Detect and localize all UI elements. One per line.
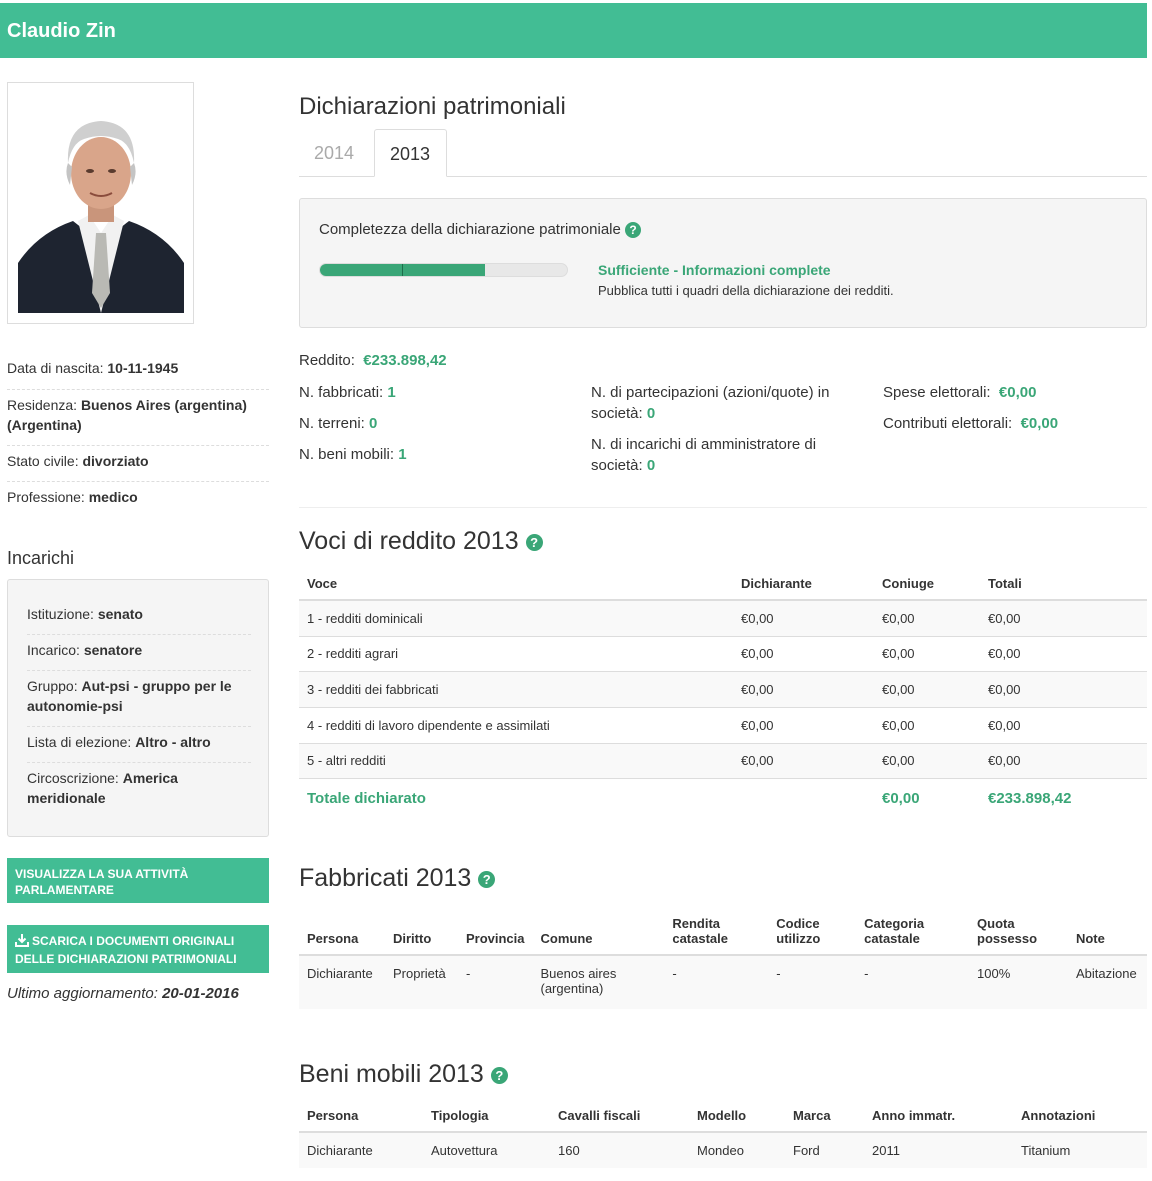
roles-panel: Istituzione: senato Incarico: senatore G… [7,579,269,837]
help-icon[interactable]: ? [478,870,496,888]
buildings-table: Persona Diritto Provincia Comune Rendita… [299,905,1147,1009]
role-election-list: Lista di elezione: Altro - altro [27,734,211,750]
last-updated: Ultimo aggiornamento: 20-01-2016 [7,985,239,1002]
column-header: Cavalli fiscali [550,1101,689,1133]
election-expenses-stat: Spese elettorali: €0,00 [883,384,1037,401]
table-row: Dichiarante Autovettura 160 Mondeo Ford … [299,1131,1147,1168]
divider [27,762,251,763]
role-institution: Istituzione: senato [27,606,143,622]
movables-table: Persona Tipologia Cavalli fiscali Modell… [299,1101,1147,1168]
divider [27,634,251,635]
column-header: Marca [785,1101,864,1133]
role-office: Incarico: senatore [27,642,143,658]
parliamentary-activity-button[interactable]: Visualizza la sua attività parlamentare [7,858,269,903]
income-table: Voce Dichiarante Coniuge Totali 1 - redd… [299,568,1147,818]
column-header: Persona [299,1101,423,1133]
table-row: 1 - redditi dominicali €0,00 €0,00 €0,00 [299,599,1147,636]
last-updated-date: 20-01-2016 [162,985,239,1002]
movables-count-stat: N. beni mobili: 1 [299,446,407,463]
divider [299,507,1147,508]
column-header: Provincia [457,905,533,956]
help-icon[interactable]: ? [625,222,642,239]
column-header: Modello [689,1101,785,1133]
column-header: Codice utilizzo [768,905,857,956]
completeness-title: Completezza della dichiarazione patrimon… [319,221,642,239]
column-header: Annotazioni [1013,1101,1147,1133]
divider [7,445,269,446]
birth-date-row: Data di nascita: 10-11-1945 [7,360,179,376]
role-group: Gruppo: Aut-psi - gruppo per le autonomi… [27,678,232,714]
table-row: 5 - altri redditi €0,00 €0,00 €0,00 [299,742,1147,778]
completeness-bar [319,263,568,277]
column-header: Coniuge [874,568,980,601]
income-section-title: Voci di reddito 2013 ? [299,527,543,556]
divider [7,481,269,482]
profile-photo-frame [7,82,194,324]
page-title: Dichiarazioni patrimoniali [299,93,566,120]
politician-name: Claudio Zin [7,20,116,42]
role-constituency: Circoscrizione: America meridionale [27,770,178,806]
table-row: 3 - redditi dei fabbricati €0,00 €0,00 €0,0… [299,670,1147,707]
completeness-status: Sufficiente - Informazioni complete [598,262,831,278]
divider [7,389,269,390]
help-icon[interactable]: ? [490,1066,508,1084]
table-row: 4 - redditi di lavoro dipendente e assim… [299,706,1147,743]
civil-status-value: divorziato [82,453,149,469]
movables-section-title: Beni mobili 2013 ? [299,1060,508,1089]
total-spouse: €0,00 [874,777,980,818]
column-header: Voce [299,568,733,601]
total-label: Totale dichiarato [299,777,733,818]
profession-row: Professione: medico [7,489,138,505]
tab-2014[interactable]: 2014 [299,129,369,177]
profile-photo [18,93,184,313]
year-tabs: 2014 2013 [299,129,1147,177]
column-header: Persona [299,905,385,956]
buildings-section-title: Fabbricati 2013 ? [299,864,496,893]
column-header: Tipologia [423,1101,550,1133]
total-value: €233.898,42 [980,777,1147,818]
download-documents-button[interactable]: Scarica i documenti originali delle dich… [7,925,269,973]
divider [27,670,251,671]
civil-status-row: Stato civile: divorziato [7,453,149,469]
header-bar: Claudio Zin [0,3,1147,58]
election-contributions-stat: Contributi elettorali: €0,00 [883,415,1059,432]
total-row: Totale dichiarato €0,00 €233.898,42 [299,777,1147,818]
column-header: Comune [532,905,665,956]
shares-count-stat: N. di partecipazioni (azioni/quote) in s… [591,384,830,422]
tab-2013[interactable]: 2013 [374,129,447,177]
completeness-panel: Completezza della dichiarazione patrimon… [299,198,1147,328]
column-header: Quota possesso [969,905,1068,956]
completeness-bar-fill [320,264,486,276]
column-header: Note [1067,905,1147,956]
income-stat: Reddito: €233.898,42 [299,352,447,369]
help-icon[interactable]: ? [525,533,543,551]
profession-value: medico [88,489,138,505]
roles-title: Incarichi [7,548,75,568]
admin-count-stat: N. di incarichi di amministratore di soc… [591,436,817,474]
residence-row: Residenza: Buenos Aires (argentina) (Arg… [7,397,247,433]
lands-count-stat: N. terreni: 0 [299,415,378,432]
column-header: Categoria catastale [856,905,970,956]
completeness-bar-tick [401,264,403,276]
column-header: Rendita catastale [664,905,769,956]
table-row: 2 - redditi agrari €0,00 €0,00 €0,00 [299,635,1147,671]
column-header: Dichiarante [733,568,874,601]
download-icon [15,933,29,951]
divider [27,726,251,727]
column-header: Anno immatr. [864,1101,1013,1133]
column-header: Diritto [384,905,458,956]
birth-date-value: 10-11-1945 [107,360,179,376]
completeness-description: Pubblica tutti i quadri della dichiarazi… [598,283,894,298]
buildings-count-stat: N. fabbricati: 1 [299,384,396,401]
column-header: Totali [980,568,1147,601]
table-row: Dichiarante Proprietà - Buenos aires (ar… [299,954,1147,1009]
